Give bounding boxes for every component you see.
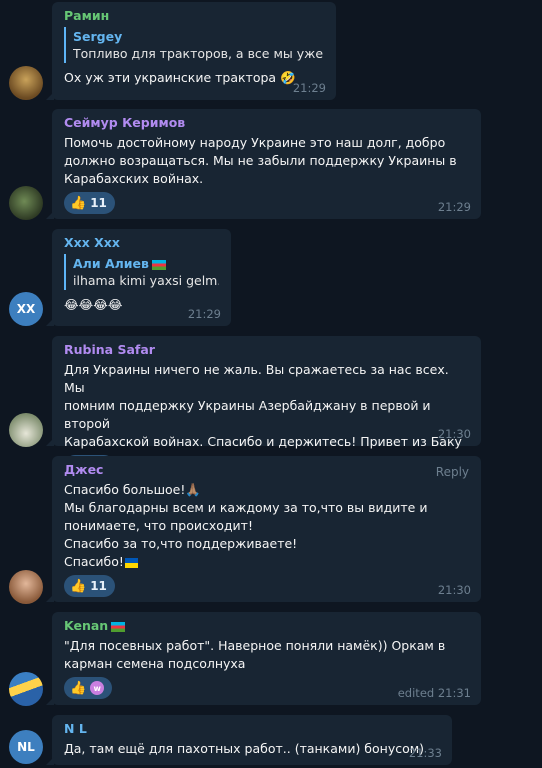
text-line: Спасибо большое!🙏🏽 xyxy=(64,482,201,497)
sender-name[interactable]: N L xyxy=(64,721,440,737)
avatar[interactable]: NL xyxy=(9,730,43,764)
thumbs-up-icon: 👍 xyxy=(70,680,87,696)
azerbaijan-flag-icon xyxy=(111,621,126,632)
sender-name[interactable]: Сеймур Керимов xyxy=(64,115,469,131)
text-line: Мы благодарны всем и каждому за то,что в… xyxy=(64,500,428,515)
avatar[interactable]: XX xyxy=(9,292,43,326)
message-time: 21:29 xyxy=(437,200,471,214)
reply-quote[interactable]: Али Алиев ilhama kimi yaxsi gelm... xyxy=(64,254,219,290)
avatar[interactable] xyxy=(9,66,43,100)
quote-author: Али Алиев xyxy=(73,256,149,271)
reaction-thumbs-up[interactable]: 👍 11 xyxy=(64,192,115,214)
sender-name[interactable]: Rubina Safar xyxy=(64,342,469,358)
quote-text: ilhama kimi yaxsi gelm... xyxy=(73,273,219,288)
reply-quote[interactable]: Sergey Топливо для тракторов, а все мы у… xyxy=(64,27,324,63)
avatar[interactable] xyxy=(9,570,43,604)
thumbs-up-icon: 👍 xyxy=(70,195,87,211)
message-text: Для Украины ничего не жаль. Вы сражаетес… xyxy=(64,362,462,449)
avatar[interactable] xyxy=(9,672,43,706)
reaction-count: 11 xyxy=(90,196,107,210)
text-line: Спасибо за то,что поддерживаете! xyxy=(64,536,298,551)
message-bubble[interactable]: Rubina Safar Для Украины ничего не жаль.… xyxy=(46,336,481,477)
reaction-count: 11 xyxy=(90,579,107,593)
message-text: "Для посевных работ". Наверное поняли на… xyxy=(64,638,446,671)
sender-name[interactable]: Рамин xyxy=(64,8,324,24)
avatar[interactable] xyxy=(9,413,43,447)
message-time: 21:29 xyxy=(187,307,221,321)
message-time: edited 21:31 xyxy=(397,686,471,700)
message-text: Ох уж эти украинские трактора 🤣 xyxy=(64,70,296,85)
sender-name[interactable]: Kenan xyxy=(64,618,108,633)
message-time: 21:30 xyxy=(437,583,471,597)
sender-name[interactable]: Xxx Xxx xyxy=(64,235,219,251)
avatar[interactable] xyxy=(9,186,43,220)
text-line-last: Спасибо! xyxy=(64,553,469,571)
ukraine-flag-icon xyxy=(124,557,138,568)
sender-name-row: Kenan xyxy=(64,618,469,634)
azerbaijan-flag-icon xyxy=(151,259,166,270)
message-bubble[interactable]: Рамин Sergey Топливо для тракторов, а вс… xyxy=(46,2,336,100)
reaction-thumbs-up[interactable]: 👍 w xyxy=(64,677,113,699)
message-bubble[interactable]: Kenan "Для посевных работ". Наверное пон… xyxy=(46,612,481,705)
message-bubble[interactable]: Джес Reply Спасибо большое!🙏🏽 Мы благодар… xyxy=(46,456,481,602)
message-text: Спасибо большое!🙏🏽 Мы благодарны всем и к… xyxy=(64,481,469,571)
message-time: 21:33 xyxy=(408,746,442,760)
message-time: 21:30 xyxy=(437,427,471,441)
reaction-thumbs-up[interactable]: 👍 11 xyxy=(64,575,115,597)
sender-name[interactable]: Джес xyxy=(64,462,469,478)
text-line: Спасибо! xyxy=(64,554,124,569)
message-bubble[interactable]: N L Да, там ещё для пахотных работ.. (та… xyxy=(46,715,452,765)
reactor-avatar-icon: w xyxy=(90,681,105,695)
message-time: 21:29 xyxy=(292,81,326,95)
message-bubble[interactable]: Xxx Xxx Али Алиев ilhama kimi yaxsi gelm… xyxy=(46,229,231,326)
quote-author: Sergey xyxy=(73,29,123,44)
reply-button[interactable]: Reply xyxy=(436,465,469,479)
thumbs-up-icon: 👍 xyxy=(70,578,87,594)
message-text: Помочь достойному народу Украине это наш… xyxy=(64,135,457,186)
quote-text: Топливо для тракторов, а все мы уже з... xyxy=(73,46,324,61)
message-bubble[interactable]: Сеймур Керимов Помочь достойному народу … xyxy=(46,109,481,219)
text-line: понимаете, что происходит! xyxy=(64,518,253,533)
quote-author-row: Али Алиев xyxy=(73,255,219,272)
message-text: Да, там ещё для пахотных работ.. (танкам… xyxy=(64,741,425,756)
